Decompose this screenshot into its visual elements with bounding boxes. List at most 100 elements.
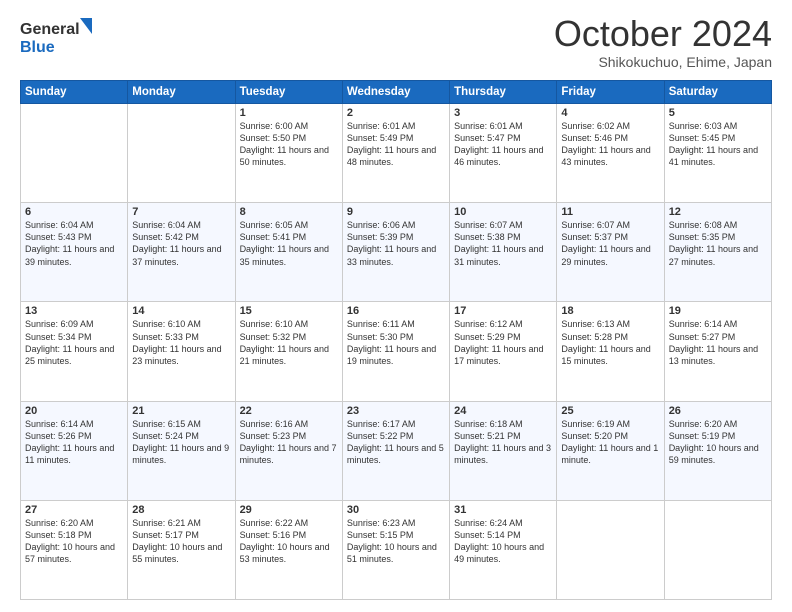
calendar-cell: 3Sunrise: 6:01 AMSunset: 5:47 PMDaylight…	[450, 104, 557, 203]
calendar-cell: 5Sunrise: 6:03 AMSunset: 5:45 PMDaylight…	[664, 104, 771, 203]
day-number: 28	[132, 504, 230, 516]
calendar-week-1: 1Sunrise: 6:00 AMSunset: 5:50 PMDaylight…	[21, 104, 772, 203]
cell-info: Sunrise: 6:20 AMSunset: 5:19 PMDaylight:…	[669, 418, 767, 467]
day-number: 6	[25, 206, 123, 218]
calendar-cell: 30Sunrise: 6:23 AMSunset: 5:15 PMDayligh…	[342, 500, 449, 599]
cell-info: Sunrise: 6:15 AMSunset: 5:24 PMDaylight:…	[132, 418, 230, 467]
logo: GeneralBlue	[20, 16, 100, 56]
cell-info: Sunrise: 6:07 AMSunset: 5:38 PMDaylight:…	[454, 219, 552, 268]
calendar-cell: 19Sunrise: 6:14 AMSunset: 5:27 PMDayligh…	[664, 302, 771, 401]
cell-info: Sunrise: 6:21 AMSunset: 5:17 PMDaylight:…	[132, 517, 230, 566]
calendar-cell	[128, 104, 235, 203]
cell-info: Sunrise: 6:10 AMSunset: 5:33 PMDaylight:…	[132, 318, 230, 367]
calendar: SundayMondayTuesdayWednesdayThursdayFrid…	[20, 80, 772, 600]
cell-info: Sunrise: 6:19 AMSunset: 5:20 PMDaylight:…	[561, 418, 659, 467]
cell-info: Sunrise: 6:03 AMSunset: 5:45 PMDaylight:…	[669, 120, 767, 169]
day-number: 22	[240, 405, 338, 417]
day-number: 24	[454, 405, 552, 417]
day-number: 23	[347, 405, 445, 417]
calendar-cell: 22Sunrise: 6:16 AMSunset: 5:23 PMDayligh…	[235, 401, 342, 500]
calendar-cell: 18Sunrise: 6:13 AMSunset: 5:28 PMDayligh…	[557, 302, 664, 401]
cell-info: Sunrise: 6:14 AMSunset: 5:27 PMDaylight:…	[669, 318, 767, 367]
calendar-cell: 14Sunrise: 6:10 AMSunset: 5:33 PMDayligh…	[128, 302, 235, 401]
svg-text:General: General	[20, 21, 80, 38]
day-number: 4	[561, 107, 659, 119]
calendar-cell: 21Sunrise: 6:15 AMSunset: 5:24 PMDayligh…	[128, 401, 235, 500]
day-header-wednesday: Wednesday	[342, 81, 449, 104]
day-number: 12	[669, 206, 767, 218]
cell-info: Sunrise: 6:16 AMSunset: 5:23 PMDaylight:…	[240, 418, 338, 467]
day-number: 2	[347, 107, 445, 119]
day-number: 29	[240, 504, 338, 516]
day-header-friday: Friday	[557, 81, 664, 104]
day-number: 20	[25, 405, 123, 417]
day-header-tuesday: Tuesday	[235, 81, 342, 104]
cell-info: Sunrise: 6:01 AMSunset: 5:49 PMDaylight:…	[347, 120, 445, 169]
calendar-cell: 9Sunrise: 6:06 AMSunset: 5:39 PMDaylight…	[342, 203, 449, 302]
calendar-cell: 20Sunrise: 6:14 AMSunset: 5:26 PMDayligh…	[21, 401, 128, 500]
cell-info: Sunrise: 6:09 AMSunset: 5:34 PMDaylight:…	[25, 318, 123, 367]
calendar-cell	[21, 104, 128, 203]
day-number: 5	[669, 107, 767, 119]
day-number: 31	[454, 504, 552, 516]
cell-info: Sunrise: 6:08 AMSunset: 5:35 PMDaylight:…	[669, 219, 767, 268]
cell-info: Sunrise: 6:17 AMSunset: 5:22 PMDaylight:…	[347, 418, 445, 467]
day-number: 3	[454, 107, 552, 119]
calendar-week-3: 13Sunrise: 6:09 AMSunset: 5:34 PMDayligh…	[21, 302, 772, 401]
page: GeneralBlue October 2024 Shikokuchuo, Eh…	[0, 0, 792, 612]
day-number: 15	[240, 305, 338, 317]
cell-info: Sunrise: 6:04 AMSunset: 5:43 PMDaylight:…	[25, 219, 123, 268]
day-number: 21	[132, 405, 230, 417]
calendar-cell: 31Sunrise: 6:24 AMSunset: 5:14 PMDayligh…	[450, 500, 557, 599]
calendar-cell	[664, 500, 771, 599]
day-number: 13	[25, 305, 123, 317]
calendar-week-4: 20Sunrise: 6:14 AMSunset: 5:26 PMDayligh…	[21, 401, 772, 500]
cell-info: Sunrise: 6:14 AMSunset: 5:26 PMDaylight:…	[25, 418, 123, 467]
day-number: 19	[669, 305, 767, 317]
svg-text:Blue: Blue	[20, 39, 55, 56]
calendar-cell: 16Sunrise: 6:11 AMSunset: 5:30 PMDayligh…	[342, 302, 449, 401]
cell-info: Sunrise: 6:22 AMSunset: 5:16 PMDaylight:…	[240, 517, 338, 566]
cell-info: Sunrise: 6:04 AMSunset: 5:42 PMDaylight:…	[132, 219, 230, 268]
day-header-thursday: Thursday	[450, 81, 557, 104]
calendar-cell: 17Sunrise: 6:12 AMSunset: 5:29 PMDayligh…	[450, 302, 557, 401]
cell-info: Sunrise: 6:01 AMSunset: 5:47 PMDaylight:…	[454, 120, 552, 169]
calendar-cell: 24Sunrise: 6:18 AMSunset: 5:21 PMDayligh…	[450, 401, 557, 500]
calendar-cell: 23Sunrise: 6:17 AMSunset: 5:22 PMDayligh…	[342, 401, 449, 500]
calendar-cell: 27Sunrise: 6:20 AMSunset: 5:18 PMDayligh…	[21, 500, 128, 599]
logo-icon: GeneralBlue	[20, 16, 100, 56]
day-number: 17	[454, 305, 552, 317]
day-header-saturday: Saturday	[664, 81, 771, 104]
header-right: October 2024 Shikokuchuo, Ehime, Japan	[554, 16, 772, 70]
cell-info: Sunrise: 6:12 AMSunset: 5:29 PMDaylight:…	[454, 318, 552, 367]
day-number: 18	[561, 305, 659, 317]
cell-info: Sunrise: 6:07 AMSunset: 5:37 PMDaylight:…	[561, 219, 659, 268]
cell-info: Sunrise: 6:24 AMSunset: 5:14 PMDaylight:…	[454, 517, 552, 566]
day-number: 26	[669, 405, 767, 417]
day-header-sunday: Sunday	[21, 81, 128, 104]
calendar-cell: 10Sunrise: 6:07 AMSunset: 5:38 PMDayligh…	[450, 203, 557, 302]
calendar-cell: 13Sunrise: 6:09 AMSunset: 5:34 PMDayligh…	[21, 302, 128, 401]
day-header-monday: Monday	[128, 81, 235, 104]
month-title: October 2024	[554, 16, 772, 52]
calendar-cell: 6Sunrise: 6:04 AMSunset: 5:43 PMDaylight…	[21, 203, 128, 302]
day-number: 14	[132, 305, 230, 317]
day-number: 8	[240, 206, 338, 218]
cell-info: Sunrise: 6:13 AMSunset: 5:28 PMDaylight:…	[561, 318, 659, 367]
calendar-cell: 7Sunrise: 6:04 AMSunset: 5:42 PMDaylight…	[128, 203, 235, 302]
day-number: 27	[25, 504, 123, 516]
calendar-week-2: 6Sunrise: 6:04 AMSunset: 5:43 PMDaylight…	[21, 203, 772, 302]
cell-info: Sunrise: 6:23 AMSunset: 5:15 PMDaylight:…	[347, 517, 445, 566]
calendar-cell: 11Sunrise: 6:07 AMSunset: 5:37 PMDayligh…	[557, 203, 664, 302]
cell-info: Sunrise: 6:06 AMSunset: 5:39 PMDaylight:…	[347, 219, 445, 268]
calendar-week-5: 27Sunrise: 6:20 AMSunset: 5:18 PMDayligh…	[21, 500, 772, 599]
day-number: 25	[561, 405, 659, 417]
header: GeneralBlue October 2024 Shikokuchuo, Eh…	[20, 16, 772, 70]
location: Shikokuchuo, Ehime, Japan	[554, 54, 772, 70]
cell-info: Sunrise: 6:02 AMSunset: 5:46 PMDaylight:…	[561, 120, 659, 169]
calendar-cell: 28Sunrise: 6:21 AMSunset: 5:17 PMDayligh…	[128, 500, 235, 599]
calendar-cell: 25Sunrise: 6:19 AMSunset: 5:20 PMDayligh…	[557, 401, 664, 500]
day-number: 9	[347, 206, 445, 218]
calendar-cell	[557, 500, 664, 599]
cell-info: Sunrise: 6:00 AMSunset: 5:50 PMDaylight:…	[240, 120, 338, 169]
